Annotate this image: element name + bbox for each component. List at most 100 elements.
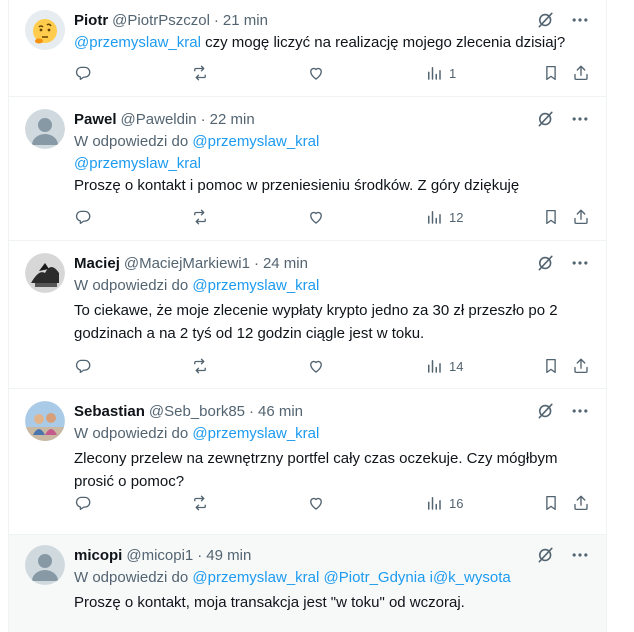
reply-to-link[interactable]: @przemyslaw_kral: [192, 133, 319, 150]
more-icon[interactable]: [570, 253, 590, 273]
timestamp[interactable]: 49 min: [206, 547, 251, 564]
reply-to-link[interactable]: @przemyslaw_kral: [192, 425, 319, 442]
bookmark-button[interactable]: [542, 208, 560, 226]
grok-icon[interactable]: [536, 109, 556, 129]
views-icon: [425, 208, 443, 226]
profile-photo: [25, 253, 65, 293]
tweet-text: Proszę o kontakt, moja transakcja jest "…: [74, 594, 465, 611]
thinking-face-icon: [25, 10, 65, 50]
like-button[interactable]: [307, 64, 325, 82]
timestamp[interactable]: 24 min: [263, 255, 308, 272]
grok-icon[interactable]: [536, 545, 556, 565]
tweet-header: Pawel @Paweldin · 22 min: [74, 109, 590, 129]
views-button[interactable]: 1: [425, 64, 456, 82]
more-icon[interactable]: [570, 109, 590, 129]
tweet-text: Zlecony przelew na zewnętrzny portfel ca…: [74, 450, 558, 467]
tweet-text: @przemyslaw_kral: [74, 154, 590, 174]
timestamp[interactable]: 46 min: [258, 403, 303, 420]
bookmark-button[interactable]: [542, 494, 560, 512]
views-count: 1: [449, 65, 457, 81]
avatar[interactable]: [25, 545, 65, 585]
reply-to-link[interactable]: @przemyslaw_kral: [192, 277, 319, 294]
share-icon: [572, 357, 590, 375]
reply-to-link[interactable]: @przemyslaw_kral: [192, 569, 319, 586]
reply-context: W odpowiedzi do @przemyslaw_kral: [74, 133, 320, 150]
display-name[interactable]: Piotr: [74, 12, 108, 29]
more-icon[interactable]: [570, 10, 590, 30]
more-icon[interactable]: [570, 545, 590, 565]
like-button[interactable]: [307, 494, 325, 512]
reply-to-link[interactable]: i@k_wysota: [430, 569, 511, 586]
reply-to-link[interactable]: @Piotr_Gdynia: [324, 569, 426, 586]
tweet-header: Piotr @PiotrPszczol · 21 min: [74, 10, 590, 30]
reply-icon: [74, 64, 92, 82]
reply-icon: [74, 208, 92, 226]
reply-feed: Piotr @PiotrPszczol · 21 min @przemyslaw…: [8, 0, 607, 632]
reply-button[interactable]: [74, 357, 92, 375]
grok-icon[interactable]: [536, 253, 556, 273]
timestamp[interactable]: 21 min: [223, 12, 268, 29]
timestamp[interactable]: 22 min: [210, 111, 255, 128]
display-name[interactable]: micopi: [74, 547, 122, 564]
repost-button[interactable]: [191, 64, 209, 82]
tweet-text: Proszę o kontakt i pomoc w przeniesieniu…: [74, 177, 520, 194]
avatar[interactable]: [25, 10, 65, 50]
tweet[interactable]: Sebastian @Seb_bork85 · 46 min W odpowie…: [9, 389, 606, 535]
tweet-text: To ciekawe, że moje zlecenie wypłaty kry…: [74, 302, 558, 319]
avatar[interactable]: [25, 109, 65, 149]
bookmark-button[interactable]: [542, 64, 560, 82]
tweet-text: @przemyslaw_kral czy mogę liczyć na real…: [74, 34, 566, 51]
tweet[interactable]: Pawel @Paweldin · 22 min W odpowiedzi do…: [9, 97, 606, 241]
views-icon: [425, 357, 443, 375]
repost-icon: [191, 494, 209, 512]
views-count: 16: [449, 495, 464, 511]
user-handle[interactable]: @Seb_bork85: [149, 403, 245, 420]
tweet[interactable]: Maciej @MaciejMarkiewi1 · 24 min W odpow…: [9, 241, 606, 389]
reply-context: W odpowiedzi do @przemyslaw_kral @Piotr_…: [74, 569, 511, 586]
repost-button[interactable]: [191, 357, 209, 375]
share-button[interactable]: [572, 357, 590, 375]
like-button[interactable]: [307, 357, 325, 375]
views-button[interactable]: 14: [425, 357, 463, 375]
share-button[interactable]: [572, 208, 590, 226]
user-handle[interactable]: @micopi1: [126, 547, 193, 564]
tweet[interactable]: Piotr @PiotrPszczol · 21 min @przemyslaw…: [9, 0, 606, 97]
more-icon[interactable]: [570, 401, 590, 421]
views-button[interactable]: 16: [425, 494, 463, 512]
repost-icon: [191, 357, 209, 375]
display-name[interactable]: Pawel: [74, 111, 117, 128]
bookmark-icon: [542, 208, 560, 226]
user-handle[interactable]: @MaciejMarkiewi1: [124, 255, 250, 272]
avatar[interactable]: [25, 401, 65, 441]
display-name[interactable]: Maciej: [74, 255, 120, 272]
like-button[interactable]: [307, 208, 325, 226]
views-icon: [425, 64, 443, 82]
mention-link[interactable]: @przemyslaw_kral: [74, 155, 201, 172]
views-button[interactable]: 12: [425, 208, 463, 226]
bookmark-icon: [542, 357, 560, 375]
mention-link[interactable]: @przemyslaw_kral: [74, 34, 201, 51]
bookmark-icon: [542, 494, 560, 512]
share-icon: [572, 494, 590, 512]
tweet-header: micopi @micopi1 · 49 min: [74, 545, 590, 565]
repost-button[interactable]: [191, 494, 209, 512]
share-button[interactable]: [572, 64, 590, 82]
reply-icon: [74, 357, 92, 375]
display-name[interactable]: Sebastian: [74, 403, 145, 420]
reply-button[interactable]: [74, 494, 92, 512]
reply-button[interactable]: [74, 64, 92, 82]
like-icon: [307, 64, 325, 82]
reply-button[interactable]: [74, 208, 92, 226]
views-icon: [425, 494, 443, 512]
repost-button[interactable]: [191, 208, 209, 226]
share-button[interactable]: [572, 494, 590, 512]
avatar[interactable]: [25, 253, 65, 293]
user-handle[interactable]: @Paweldin: [121, 111, 197, 128]
grok-icon[interactable]: [536, 10, 556, 30]
user-handle[interactable]: @PiotrPszczol: [112, 12, 210, 29]
bookmark-button[interactable]: [542, 357, 560, 375]
tweet[interactable]: micopi @micopi1 · 49 min W odpowiedzi do…: [9, 535, 606, 632]
reply-context: W odpowiedzi do @przemyslaw_kral: [74, 277, 320, 294]
default-avatar-icon: [25, 545, 65, 585]
grok-icon[interactable]: [536, 401, 556, 421]
